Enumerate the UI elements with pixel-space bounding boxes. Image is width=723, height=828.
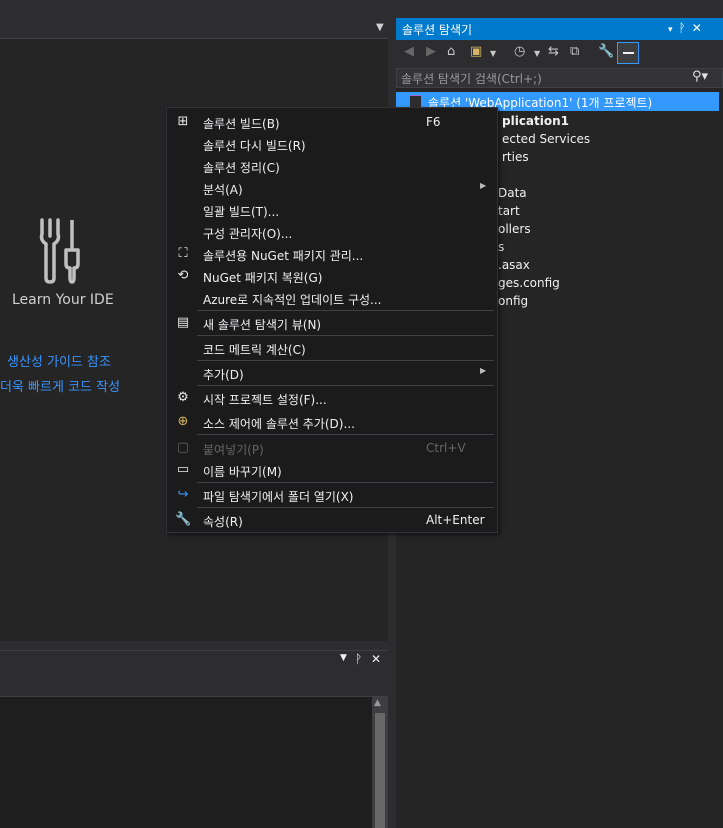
tree-item[interactable]: plication1 [502, 114, 569, 128]
title-buttons: ▾ᚹ✕ [668, 21, 708, 35]
productivity-guide-link[interactable]: 생산성 가이드 참조 [7, 351, 111, 370]
menu-separator [197, 335, 494, 336]
menu-item-add-source-control[interactable]: ⊕ 소스 제어에 솔루션 추가(D)... [167, 411, 497, 433]
bottom-panel-header: ▼ ᚹ ✕ [0, 650, 388, 671]
menu-item-manage-nuget[interactable]: ⛶ 솔루션용 NuGet 패키지 관리... [167, 243, 497, 265]
open-folder-icon: ↪ [177, 487, 189, 502]
forward-icon[interactable]: ▶ [426, 44, 436, 59]
preview-selected-items-button[interactable] [617, 42, 639, 64]
tab-list-dropdown-icon[interactable]: ▼ [376, 22, 384, 33]
scroll-up-icon[interactable]: ▲ [374, 698, 381, 708]
search-icon[interactable]: ⚲▾ [692, 69, 708, 84]
solution-explorer-title: 솔루션 탐색기 [402, 23, 473, 37]
menu-item-properties[interactable]: 🔧 속성(R) Alt+Enter [167, 509, 497, 531]
build-icon: ⊞ [177, 114, 189, 129]
window-menu-icon[interactable]: ▾ [668, 25, 679, 35]
submenu-arrow-icon: ▶ [480, 366, 487, 375]
tree-item[interactable]: ges.config [498, 276, 560, 290]
switch-views-icon[interactable]: ▣ [470, 44, 482, 59]
tree-item[interactable]: ected Services [502, 132, 590, 146]
pin-icon[interactable]: ᚹ [355, 652, 362, 666]
dropdown-icon[interactable]: ▼ [490, 49, 496, 58]
menu-separator [197, 360, 494, 361]
menu-item-code-metrics[interactable]: 코드 메트릭 계산(C) [167, 337, 497, 359]
tree-item[interactable]: rties [502, 150, 529, 164]
menu-item-clean-solution[interactable]: 솔루션 정리(C) [167, 155, 497, 177]
menu-item-configuration-manager[interactable]: 구성 관리자(O)... [167, 221, 497, 243]
new-view-icon: ▤ [176, 315, 190, 330]
sync-icon[interactable]: ⇆ [548, 44, 559, 59]
menu-separator [197, 385, 494, 386]
menu-item-open-in-explorer[interactable]: ↪ 파일 탐색기에서 폴더 열기(X) [167, 484, 497, 506]
tools-icon [34, 216, 88, 289]
wrench-icon[interactable]: 🔧 [598, 44, 614, 59]
menu-item-add[interactable]: 추가(D) ▶ [167, 362, 497, 384]
gear-icon: ⚙ [177, 390, 189, 405]
menu-item-new-explorer-view[interactable]: ▤ 새 솔루션 탐색기 뷰(N) [167, 312, 497, 334]
bottom-panel-toolbar [0, 670, 388, 697]
menu-separator [197, 434, 494, 435]
tree-item[interactable]: tart [498, 204, 520, 218]
solution-context-menu: ⊞ 솔루션 빌드(B) F6 솔루션 다시 빌드(R) 솔루션 정리(C) 분석… [166, 107, 498, 533]
menu-item-restore-nuget[interactable]: ⟲ NuGet 패키지 복원(G) [167, 265, 497, 287]
rename-icon: ▭ [176, 462, 190, 477]
wrench-icon: 🔧 [175, 512, 192, 527]
tree-item[interactable]: .asax [498, 258, 530, 272]
menu-item-azure-updates[interactable]: Azure로 지속적인 업데이트 구성... [167, 287, 497, 309]
menu-item-set-startup[interactable]: ⚙ 시작 프로젝트 설정(F)... [167, 387, 497, 409]
menu-item-build-solution[interactable]: ⊞ 솔루션 빌드(B) F6 [167, 111, 497, 133]
tree-item[interactable]: s [498, 240, 504, 254]
menu-item-analyze[interactable]: 분석(A) ▶ [167, 177, 497, 199]
source-control-icon: ⊕ [177, 414, 189, 429]
learn-ide-label: Learn Your IDE [12, 292, 114, 308]
menu-item-paste: ▢ 붙여넣기(P) Ctrl+V [176, 440, 466, 457]
tree-item[interactable]: Data [498, 186, 527, 200]
bottom-panel-body [0, 697, 372, 828]
search-placeholder: 솔루션 탐색기 검색(Ctrl+;) [401, 72, 542, 86]
menu-separator [197, 507, 494, 508]
paste-icon: ▢ [176, 440, 190, 455]
close-icon[interactable]: ✕ [371, 652, 381, 666]
close-icon[interactable]: ✕ [692, 21, 708, 35]
tree-item[interactable]: ollers [498, 222, 531, 236]
pending-changes-icon[interactable]: ◷ [514, 44, 525, 59]
dropdown-icon[interactable]: ▼ [534, 49, 540, 58]
menu-separator [197, 482, 494, 483]
solution-explorer-toolbar [396, 40, 723, 68]
menu-item-rebuild-solution[interactable]: 솔루션 다시 빌드(R) [167, 133, 497, 155]
pin-icon[interactable]: ᚹ [679, 21, 692, 35]
scrollbar-thumb[interactable] [375, 713, 385, 828]
menu-item-batch-build[interactable]: 일괄 빌드(T)... [167, 199, 497, 221]
menu-separator [197, 310, 494, 311]
code-faster-link[interactable]: 더욱 빠르게 코드 작성 [0, 376, 120, 395]
submenu-arrow-icon: ▶ [480, 181, 487, 190]
back-icon[interactable]: ◀ [404, 44, 414, 59]
nuget-icon: ⛶ [178, 246, 188, 261]
restore-icon: ⟲ [177, 268, 189, 283]
collapse-all-icon[interactable]: ⧉ [570, 44, 579, 59]
home-icon[interactable]: ⌂ [447, 44, 455, 59]
tree-item[interactable]: onfig [498, 294, 528, 308]
editor-tab-strip [0, 0, 392, 39]
panel-dropdown-icon[interactable]: ▼ [340, 653, 347, 663]
menu-item-rename[interactable]: ▭ 이름 바꾸기(M) [167, 459, 497, 481]
